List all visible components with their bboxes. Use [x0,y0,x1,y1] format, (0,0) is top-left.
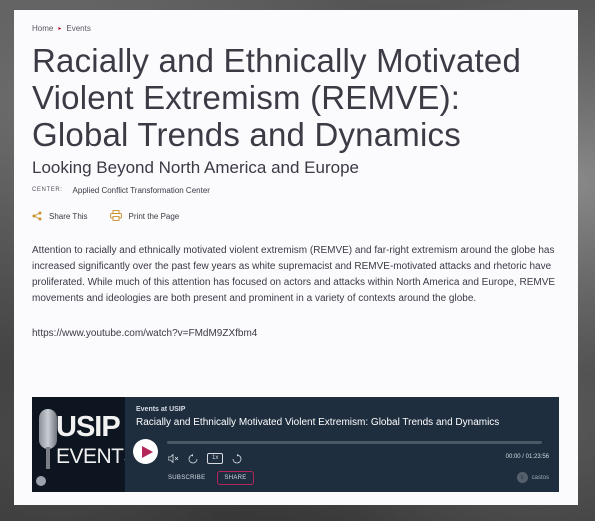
breadcrumb-events[interactable]: Events [66,24,90,33]
volume-icon[interactable] [168,454,179,463]
play-button[interactable] [133,439,158,464]
breadcrumb-separator-icon: ▸ [58,26,62,32]
share-this-button[interactable]: Share This [32,211,88,223]
speed-button[interactable]: 1x [207,453,224,464]
playback-controls: 1x [168,453,242,464]
playback-time: 00:00 / 01:23:56 [505,454,549,460]
castos-logo-icon: c [516,472,528,483]
center-label: CENTER: [32,187,63,193]
event-description: Attention to racially and ethnically mot… [32,245,556,304]
video-url-link[interactable]: https://www.youtube.com/watch?v=FMdM9ZXf… [32,328,560,339]
breadcrumb: Home ▸ Events [32,24,560,33]
podcast-artwork: USIP EVENTS [32,397,125,492]
subscribe-button[interactable]: SUBSCRIBE [168,475,205,481]
breadcrumb-home[interactable]: Home [32,24,53,33]
share-button[interactable]: SHARE [217,471,254,485]
print-page-label: Print the Page [128,212,180,221]
microphone-stand [46,447,50,469]
page-title: Racially and Ethnically Motivated Violen… [32,42,521,153]
artwork-title: USIP [56,411,121,443]
castos-label: castos [531,474,549,481]
rewind-icon[interactable] [188,453,198,464]
artwork-subtitle: EVENTS [56,445,125,468]
podcast-player: USIP EVENTS Events at USIP Racially and … [32,397,559,492]
player-info: Events at USIP Racially and Ethnically M… [125,397,559,492]
usip-seal-logo [36,476,46,486]
progress-bar[interactable] [167,441,542,444]
print-icon [109,210,122,223]
forward-icon[interactable] [232,453,242,464]
page-actions: Share This Print the Page [32,210,560,223]
page-subtitle: Looking Beyond North America and Europe [32,158,359,177]
castos-brand[interactable]: c castos [516,472,549,483]
series-name: Events at USIP [136,406,186,413]
player-actions: SUBSCRIBE SHARE [168,471,254,485]
episode-title: Racially and Ethnically Motivated Violen… [136,417,500,428]
print-page-button[interactable]: Print the Page [109,210,180,223]
share-icon [32,211,42,223]
share-this-label: Share This [49,212,88,221]
center-link[interactable]: Applied Conflict Transformation Center [73,186,210,195]
play-icon [141,445,153,458]
microphone-icon [39,409,57,449]
event-card: Home ▸ Events Racially and Ethnically Mo… [14,10,578,505]
center-info: CENTER: Applied Conflict Transformation … [32,186,560,195]
